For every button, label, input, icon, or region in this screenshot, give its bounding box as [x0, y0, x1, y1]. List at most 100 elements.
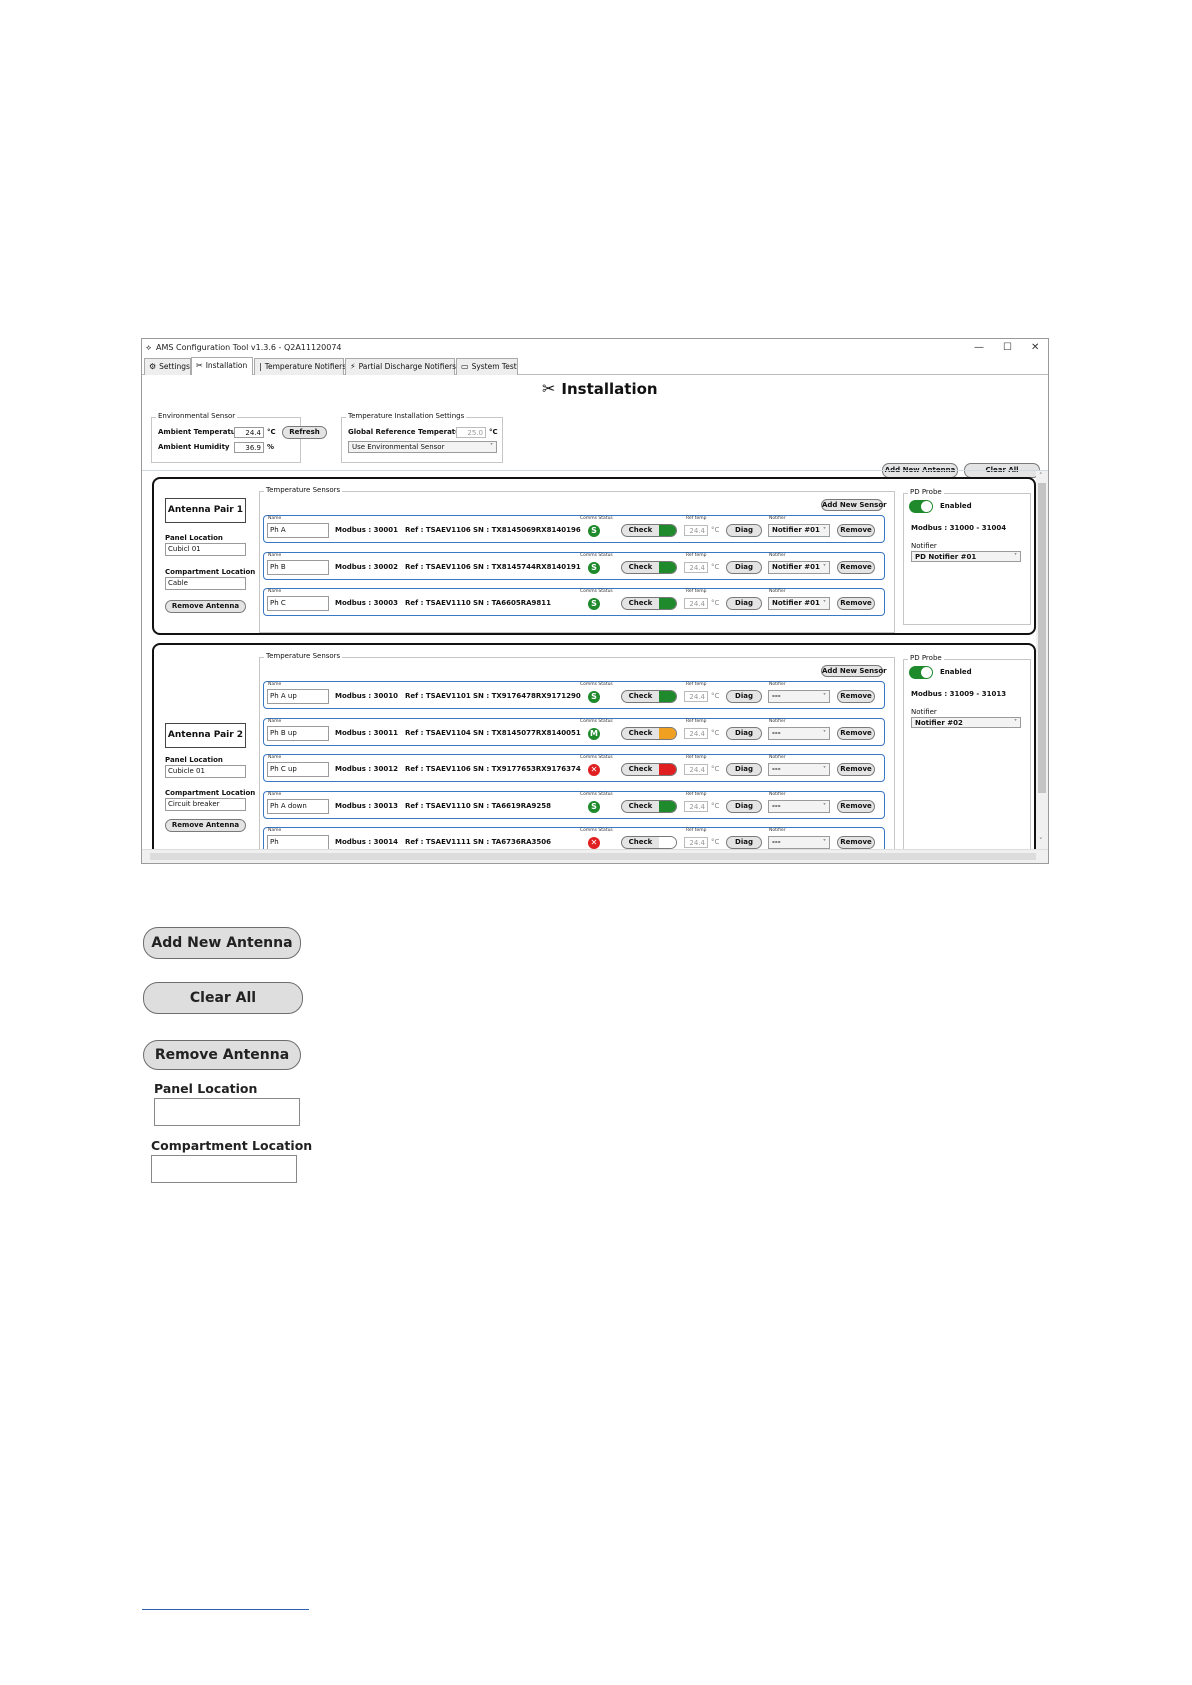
sensor-name-input[interactable]: Ph A [267, 523, 329, 538]
comms-status-caption: Comms Status [580, 682, 613, 687]
remove-antenna-button-zoom[interactable]: Remove Antenna [143, 1040, 301, 1070]
remove-sensor-button[interactable]: Remove [837, 690, 875, 703]
ref-temp-caption: Ref temp [686, 828, 707, 833]
diag-button[interactable]: Diag [726, 799, 762, 813]
global-reference-temperature-value[interactable]: 25.0 [456, 427, 486, 438]
pd-probe-toggle[interactable] [909, 500, 933, 513]
refresh-button[interactable]: Refresh [282, 426, 327, 439]
remove-antenna-button[interactable]: Remove Antenna [165, 819, 246, 832]
vertical-scrollbar[interactable]: ˄ ˅ [1036, 471, 1048, 849]
humidity-unit: % [267, 443, 275, 451]
check-button[interactable]: Check [621, 836, 677, 849]
sensor-name-input[interactable]: Ph B [267, 559, 329, 575]
add-new-antenna-button-zoom[interactable]: Add New Antenna [143, 927, 301, 959]
add-new-sensor-button[interactable]: Add New Sensor [821, 499, 887, 511]
sensor-notifier-select[interactable]: --- ˅ [768, 836, 830, 849]
tab-partial-discharge-notifiers[interactable]: ⚡ Partial Discharge Notifiers [345, 358, 456, 375]
diag-button[interactable]: Diag [726, 524, 762, 537]
horizontal-scrollbar-thumb[interactable] [150, 853, 1036, 860]
name-caption: Name [268, 718, 282, 724]
remove-sensor-button[interactable]: Remove [837, 726, 875, 740]
sensor-notifier-select[interactable]: --- ˅ [768, 690, 830, 703]
add-new-sensor-button[interactable]: Add New Sensor [821, 665, 887, 677]
sensor-name-input[interactable]: Ph [267, 835, 329, 849]
maximize-icon[interactable]: ☐ [1003, 339, 1012, 357]
horizontal-scrollbar[interactable] [142, 849, 1048, 863]
tab-settings[interactable]: ⚙ Settings [144, 358, 191, 375]
sensor-notifier-select[interactable]: Notifier #01 ˅ [768, 560, 830, 574]
ref-temp-value[interactable]: 24.4 [684, 837, 708, 848]
ref-temp-value[interactable]: 24.4 [684, 764, 708, 775]
sensor-name-input[interactable]: Ph C [267, 596, 329, 611]
sensor-ref: Ref : TSAEV1110 [405, 599, 471, 607]
sensor-notifier-select[interactable]: --- ˅ [768, 799, 830, 813]
global-reference-temperature-label: Global Reference Temperature [348, 428, 469, 436]
check-button[interactable]: Check [621, 524, 677, 537]
check-button[interactable]: Check [621, 763, 677, 776]
remove-sensor-button[interactable]: Remove [837, 836, 875, 849]
check-button[interactable]: Check [621, 560, 677, 574]
scrollbar-thumb[interactable] [1038, 483, 1046, 793]
minimize-icon[interactable]: — [974, 339, 984, 357]
sensor-ref: Ref : TSAEV1101 [405, 692, 471, 700]
pd-probe-toggle[interactable] [909, 666, 933, 679]
compartment-location-input-zoom[interactable] [151, 1155, 297, 1183]
tab-installation[interactable]: ✂ Installation [191, 357, 253, 375]
ref-temp-value[interactable]: 24.4 [684, 525, 708, 536]
ref-temp-value[interactable]: 24.4 [684, 800, 708, 812]
compartment-location-input[interactable]: Circuit breaker [165, 798, 246, 811]
pd-notifier-select[interactable]: PD Notifier #01 ˅ [911, 551, 1021, 562]
sensor-notifier-select[interactable]: Notifier #01 ˅ [768, 524, 830, 537]
antenna-name: Antenna Pair 2 [165, 723, 246, 748]
ref-temp-value[interactable]: 24.4 [684, 691, 708, 702]
check-button[interactable]: Check [621, 726, 677, 740]
diag-button[interactable]: Diag [726, 763, 762, 776]
check-button[interactable]: Check [621, 690, 677, 703]
ref-temp-caption: Ref temp [686, 516, 707, 521]
diag-button[interactable]: Diag [726, 726, 762, 740]
ref-temp-value[interactable]: 24.4 [684, 598, 708, 609]
ref-temp-caption: Ref temp [686, 755, 707, 760]
compartment-location-input[interactable]: Cable [165, 577, 246, 590]
ref-temp-value[interactable]: 24.4 [684, 727, 708, 739]
remove-sensor-button[interactable]: Remove [837, 560, 875, 574]
app-window: ⟡ AMS Configuration Tool v1.3.6 - Q2A111… [141, 338, 1049, 864]
panel-location-input-zoom[interactable] [154, 1098, 300, 1126]
sensor-name-input[interactable]: Ph A up [267, 689, 329, 704]
panel-location-label-zoom: Panel Location [154, 1081, 258, 1096]
sensor-notifier-select[interactable]: --- ˅ [768, 763, 830, 776]
diag-button[interactable]: Diag [726, 560, 762, 574]
close-icon[interactable]: ✕ [1031, 339, 1039, 357]
ref-temp-unit: °C [711, 562, 720, 571]
scroll-down-icon[interactable]: ˅ [1039, 837, 1043, 845]
tab-temperature-notifiers[interactable]: | Temperature Notifiers [254, 358, 346, 375]
sensor-name-input[interactable]: Ph A down [267, 798, 329, 814]
environmental-sensor-group: Environmental Sensor Ambient Temperature… [151, 412, 327, 463]
notifier-caption: Notifier [769, 516, 786, 521]
remove-sensor-button[interactable]: Remove [837, 763, 875, 776]
sensor-name-input[interactable]: Ph B up [267, 725, 329, 741]
clear-all-button-zoom[interactable]: Clear All [143, 982, 303, 1014]
remove-antenna-button[interactable]: Remove Antenna [165, 600, 246, 613]
check-button[interactable]: Check [621, 799, 677, 813]
scroll-up-icon[interactable]: ˄ [1039, 472, 1043, 480]
pd-notifier-select[interactable]: Notifier #02 ˅ [911, 717, 1021, 728]
check-button[interactable]: Check [621, 597, 677, 610]
ref-temp-value[interactable]: 24.4 [684, 561, 708, 573]
sensor-name-input[interactable]: Ph C up [267, 762, 329, 777]
remove-sensor-button[interactable]: Remove [837, 524, 875, 537]
sensor-notifier-select[interactable]: --- ˅ [768, 726, 830, 740]
panel-location-input[interactable]: Cubicl 01 [165, 543, 246, 556]
check-status-indicator [659, 691, 676, 702]
tab-system-test[interactable]: ▭ System Test [456, 358, 518, 375]
diag-button[interactable]: Diag [726, 690, 762, 703]
remove-sensor-button[interactable]: Remove [837, 799, 875, 813]
temperature-mode-select[interactable]: Use Environmental Sensor ˅ [348, 441, 497, 453]
remove-sensor-button[interactable]: Remove [837, 597, 875, 610]
diag-button[interactable]: Diag [726, 597, 762, 610]
panel-location-input[interactable]: Cubicle 01 [165, 765, 246, 778]
sensor-notifier-select[interactable]: Notifier #01 ˅ [768, 597, 830, 610]
chevron-down-icon: ˅ [823, 802, 826, 810]
diag-button[interactable]: Diag [726, 836, 762, 849]
temperature-unit: °C [267, 428, 276, 436]
